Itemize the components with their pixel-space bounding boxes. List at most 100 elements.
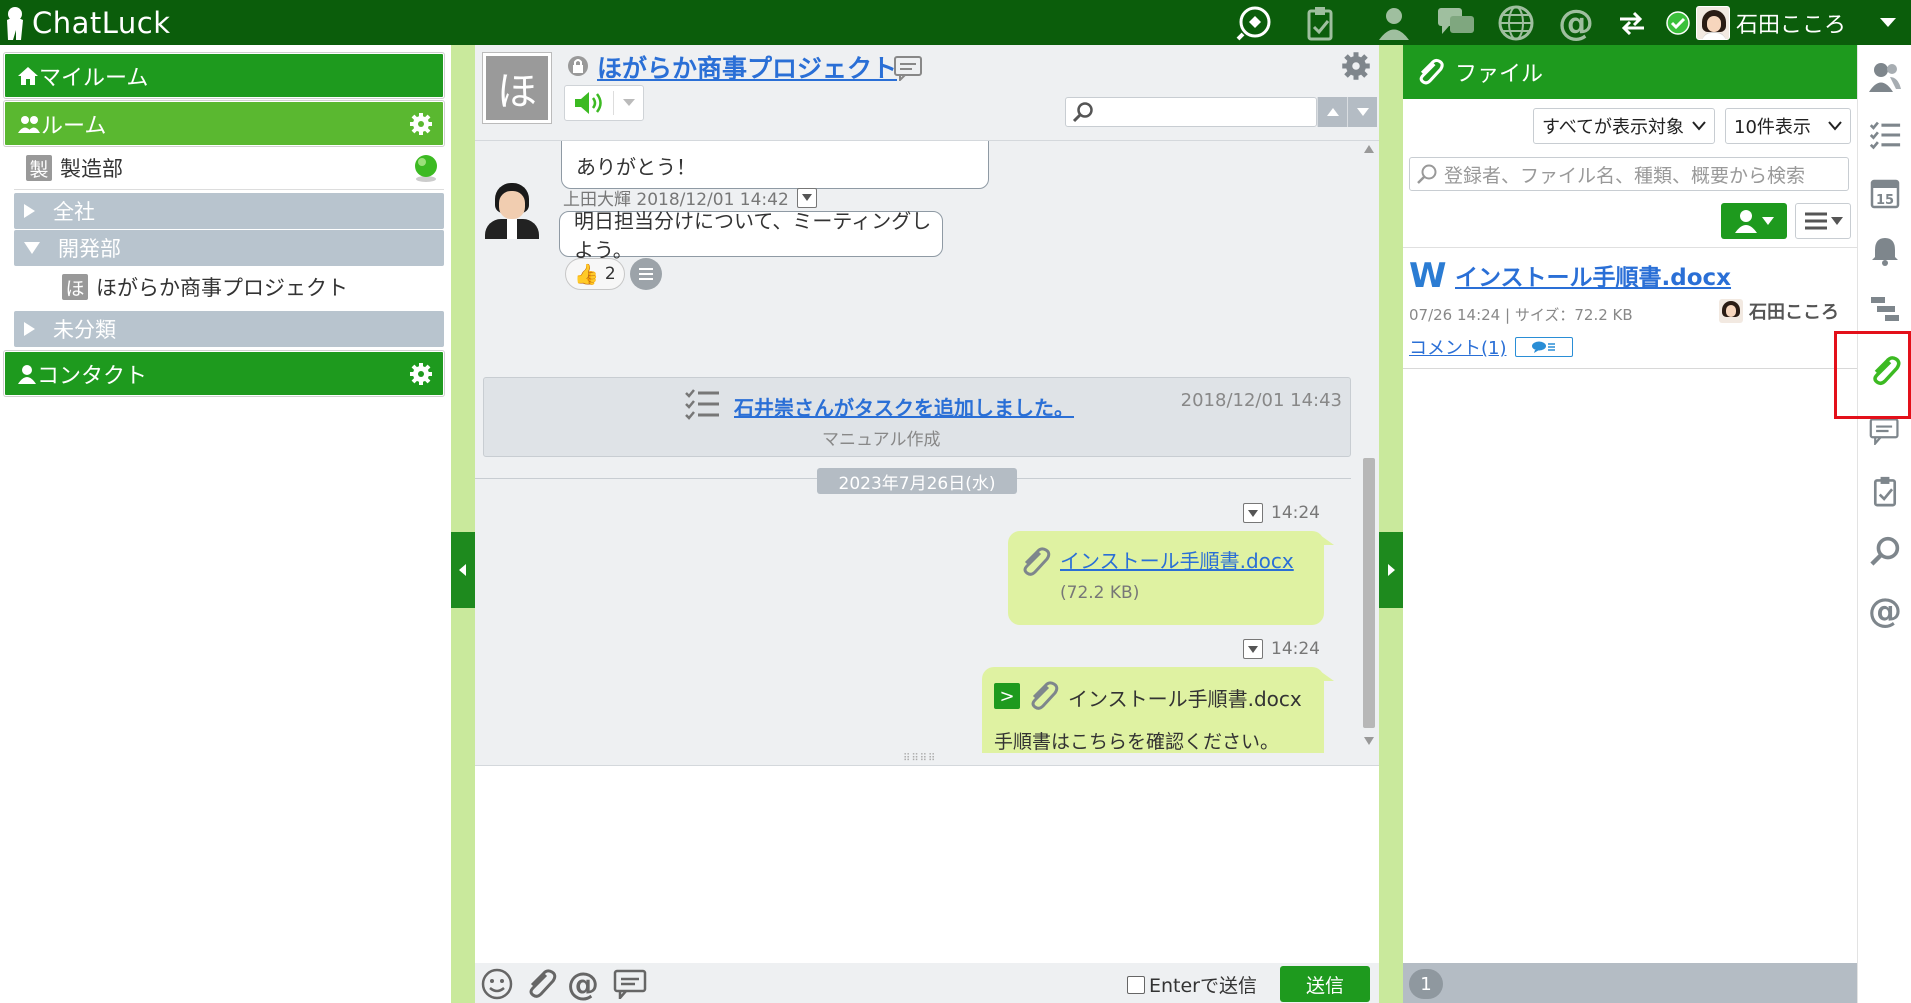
file-link[interactable]: インストール手順書.docx [1060,545,1294,574]
mention-icon[interactable]: @ [1556,3,1596,44]
room-list-panel: マイルーム ルーム 製 製造部 全社 開発部 ほ ほがらか商事プロジェクト 未分… [0,45,451,1003]
file-search-input[interactable]: 登録者、ファイル名、種類、概要から検索 [1409,157,1849,191]
gantt-icon[interactable] [1865,289,1905,329]
message-time: 14:24 [1271,503,1320,523]
enter-to-send-checkbox[interactable]: Enterで送信 [1127,971,1257,998]
message-input[interactable] [475,765,1379,963]
mention-icon[interactable]: @ [1865,591,1905,631]
comment-link[interactable]: コメント(1) [1409,334,1507,360]
lock-icon [568,56,588,76]
app-logo[interactable]: ChatLuck [4,4,171,42]
owner-filter-button[interactable] [1721,203,1787,239]
right-splitter[interactable] [1379,45,1403,1003]
file-name[interactable]: インストール手順書.docx [1068,683,1302,712]
chat-bubbles-icon[interactable] [1436,3,1476,43]
scroll-down-icon[interactable] [1364,737,1374,745]
file-meta: 07/26 14:24 | サイズ：72.2 KB [1409,306,1633,324]
view-mode-button[interactable] [1795,203,1851,239]
task-link[interactable]: 石井崇さんがタスクを追加しました。 [734,392,1074,421]
page-number[interactable]: 1 [1409,969,1443,999]
scope-filter-value: すべてが表示対象 [1542,117,1685,138]
mention-icon[interactable]: @ [565,965,601,1003]
bell-icon[interactable] [1865,231,1905,271]
user-menu[interactable]: 石田こころ [1666,2,1846,43]
members-icon[interactable] [1865,57,1905,97]
room-item-manufacturing[interactable]: 製 製造部 [26,151,444,185]
chat-panel: ほ ほがらか商事プロジェクト ありがとう！ 上田大輝 2018/12/01 14… [475,45,1379,1003]
composer-resize-handle[interactable]: ⠿⠿⠿⠿ [903,753,943,764]
side-rail: 15 @ [1857,45,1911,1003]
reaction-menu-button[interactable] [630,258,662,290]
room-search-input[interactable] [1065,97,1317,127]
search-next-button[interactable] [1347,97,1377,127]
collapse-left-handle[interactable] [451,532,475,608]
chevron-down-icon [1248,645,1258,653]
group-uncategorized[interactable]: 未分類 [14,311,444,347]
chat-template-icon[interactable] [613,967,649,1001]
room-chat-icon[interactable] [893,55,923,81]
count-filter-select[interactable]: 10件表示 [1725,108,1851,144]
contacts-settings-gear-icon[interactable] [409,362,433,386]
message-scrollbar[interactable] [1359,141,1379,753]
message-menu-button[interactable] [1243,639,1263,659]
emoji-icon[interactable] [479,967,515,1001]
contacts-header[interactable]: コンタクト [4,351,444,396]
clipboard-task-icon[interactable] [1865,471,1905,511]
scroll-up-icon[interactable] [1364,145,1374,153]
calendar-icon[interactable]: 15 [1865,173,1905,213]
my-room-header[interactable]: マイルーム [4,53,444,98]
scroll-thumb[interactable] [1363,458,1375,728]
count-filter-value: 10件表示 [1734,117,1811,138]
group-label: 開発部 [58,237,121,261]
file-comment: コメント(1) [1409,334,1573,360]
left-splitter[interactable] [451,45,475,1003]
globe-icon[interactable] [1496,3,1536,43]
room-title[interactable]: ほがらか商事プロジェクト [597,49,897,85]
expand-arrow-icon [24,204,35,218]
file-name-link[interactable]: インストール手順書.docx [1455,258,1731,292]
rooms-header[interactable]: ルーム [4,101,444,146]
group-all-company[interactable]: 全社 [14,193,444,229]
group-icon [18,115,40,133]
attach-file-icon[interactable] [523,967,559,1001]
comment-button[interactable] [1514,337,1573,357]
file-list-item[interactable]: W インストール手順書.docx 07/26 14:24 | サイズ：72.2 … [1403,247,1857,369]
quote-badge: > [994,683,1020,709]
chevron-down-icon[interactable] [1868,3,1908,43]
message-list[interactable]: ありがとう！ 上田大輝 2018/12/01 14:42 明日担当分けについて、… [475,141,1359,753]
contact-person-icon[interactable] [1374,3,1414,43]
scope-filter-select[interactable]: すべてが表示対象 [1533,108,1715,144]
task-list-icon[interactable] [1865,115,1905,155]
search-icon[interactable] [1865,531,1905,571]
send-button[interactable]: 送信 [1280,966,1370,1002]
room-item-label: 製造部 [60,157,123,181]
files-header: ファイル [1403,45,1857,99]
swap-arrows-icon[interactable] [1612,3,1652,43]
person-icon [18,364,36,384]
collapse-right-handle[interactable] [1379,532,1403,608]
notification-sound-button[interactable] [564,85,644,121]
rooms-settings-gear-icon[interactable] [409,112,433,136]
room-badge: 製 [26,155,52,181]
chevron-down-icon [623,99,635,106]
room-item-hogaraka[interactable]: ほ ほがらか商事プロジェクト [54,269,444,305]
room-avatar: ほ [483,53,551,123]
group-development[interactable]: 開発部 [14,230,444,266]
user-avatar [1696,5,1730,40]
enter-label: Enterで送信 [1149,975,1257,997]
room-badge: ほ [62,274,88,300]
person-icon [1735,210,1757,233]
room-settings-gear-icon[interactable] [1341,51,1371,81]
clipboard-task-icon[interactable] [1300,3,1340,43]
reaction-thumbsup[interactable]: 👍 2 [565,258,625,290]
menu-lines-icon [639,268,653,280]
room-item-label: ほがらか商事プロジェクト [96,276,348,300]
search-globe-icon[interactable] [1234,3,1274,43]
message-menu-button[interactable] [1243,503,1263,523]
rooms-label: ルーム [41,113,107,139]
speaker-icon [575,92,602,114]
search-prev-button[interactable] [1317,97,1347,127]
sender-avatar[interactable] [481,181,541,239]
search-nav [1317,97,1377,127]
collapse-arrow-icon [24,242,40,254]
